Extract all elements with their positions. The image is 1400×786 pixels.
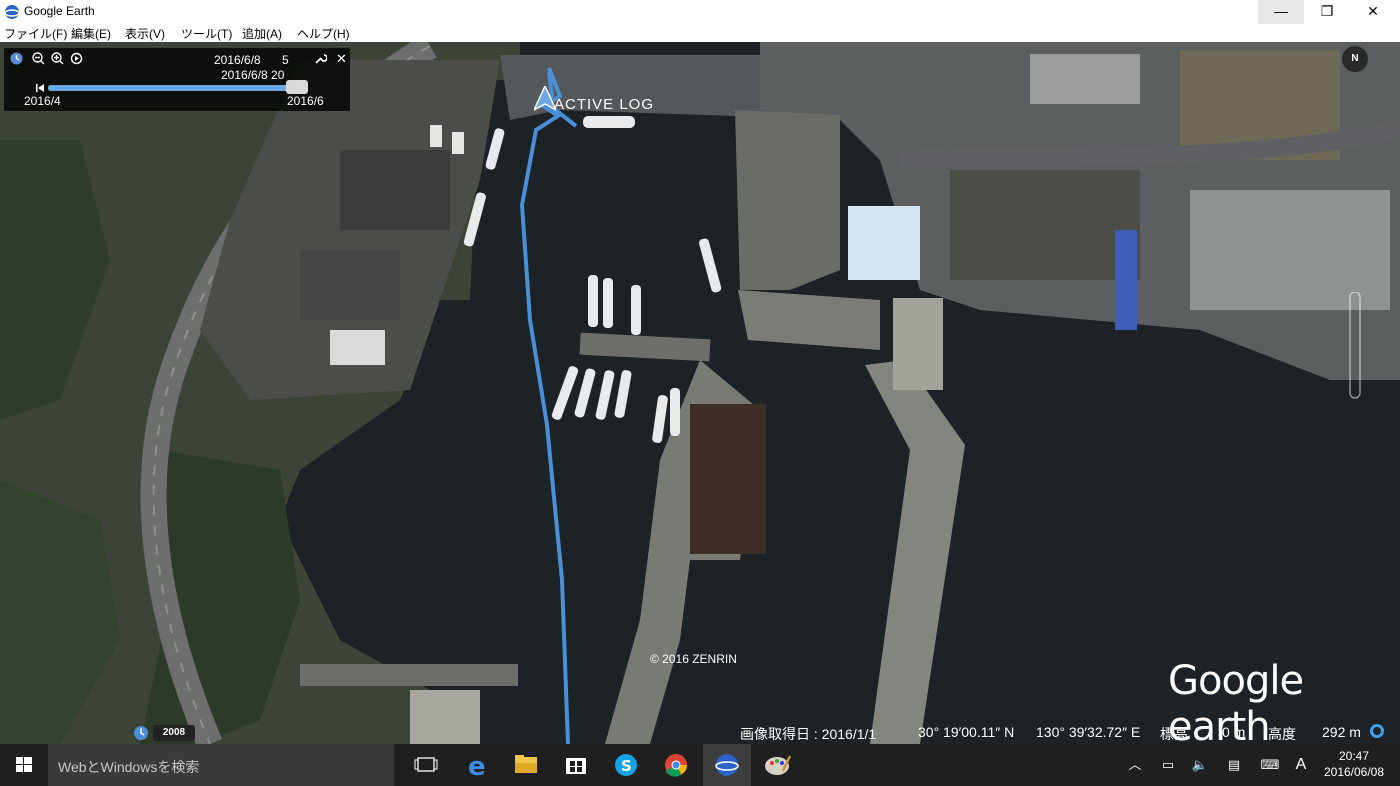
- range-end-label: 2016/6/8 20: [221, 68, 285, 82]
- menu-view[interactable]: 表示(V): [125, 25, 165, 42]
- menu-bar: ファイル(F) 編集(E) 表示(V) ツール(T) 追加(A) ヘルプ(H): [0, 24, 1400, 42]
- file-explorer-icon[interactable]: [502, 744, 550, 786]
- minimize-button[interactable]: —: [1258, 0, 1304, 24]
- zoom-slider[interactable]: [1346, 292, 1364, 402]
- placemark-label[interactable]: ACTIVE LOG: [554, 96, 654, 113]
- clock-time: 20:47: [1338, 749, 1370, 763]
- menu-tools[interactable]: ツール(T): [181, 25, 232, 42]
- ime-mode-indicator[interactable]: A: [1290, 744, 1312, 786]
- volume-icon[interactable]: 🔈: [1188, 744, 1212, 786]
- altitude-label: 高度: [1268, 726, 1296, 742]
- range-start-extra: 5: [282, 53, 289, 67]
- time-range-fill: [48, 85, 287, 91]
- zoom-in-time-icon[interactable]: [51, 52, 64, 65]
- search-box[interactable]: WebとWindowsを検索: [48, 744, 394, 786]
- placemark-arrow-icon[interactable]: [534, 86, 556, 114]
- elevation-value: 0 m: [1222, 724, 1246, 740]
- play-animation-icon[interactable]: [70, 52, 83, 65]
- altitude-value: 292 m: [1322, 724, 1361, 740]
- paint-icon[interactable]: [753, 744, 801, 786]
- google-earth-taskbar-icon[interactable]: [703, 744, 751, 786]
- streaming-progress-icon: [1370, 724, 1384, 738]
- time-slider-handle[interactable]: [286, 80, 308, 94]
- maximize-button[interactable]: ❐: [1304, 0, 1350, 24]
- chrome-icon[interactable]: [652, 744, 700, 786]
- title-bar: Google Earth — ❐ ✕: [0, 0, 1400, 25]
- axis-start-label: 2016/4: [24, 94, 61, 108]
- range-start-label: 2016/6/8: [214, 53, 261, 67]
- battery-icon[interactable]: ▭: [1156, 744, 1180, 786]
- menu-help[interactable]: ヘルプ(H): [297, 25, 350, 42]
- window-title: Google Earth: [24, 4, 95, 18]
- latitude: 30° 19′00.11″ N: [918, 724, 1015, 740]
- axis-end-label: 2016/6: [287, 94, 324, 108]
- action-center-icon[interactable]: ▤: [1222, 744, 1246, 786]
- elevation-label: 標高: [1160, 726, 1188, 742]
- longitude: 130° 39′32.72″ E: [1036, 724, 1141, 740]
- menu-add[interactable]: 追加(A): [242, 25, 282, 42]
- imagery-date: 画像取得日 : 2016/1/1: [740, 726, 877, 742]
- map-view[interactable]: ACTIVE LOG © 2016 ZENRIN Google earth N: [0, 42, 1400, 744]
- keyboard-icon[interactable]: ⌨: [1256, 744, 1284, 786]
- windows-start-icon[interactable]: [0, 744, 48, 786]
- edge-icon[interactable]: e: [454, 744, 502, 786]
- close-button[interactable]: ✕: [1350, 0, 1396, 24]
- clock-date: 2016/06/08: [1323, 765, 1385, 779]
- task-view-icon[interactable]: [402, 744, 450, 786]
- svg-text:e: e: [468, 752, 486, 782]
- menu-file[interactable]: ファイル(F): [4, 25, 67, 42]
- taskbar: WebとWindowsを検索 e S ︿ ▭ 🔈 ▤ ⌨ A 20:47 201…: [0, 744, 1400, 786]
- historical-imagery-year[interactable]: 2008: [153, 725, 195, 741]
- settings-wrench-icon[interactable]: [314, 52, 327, 65]
- zoom-out-time-icon[interactable]: [32, 52, 45, 65]
- google-earth-icon: [4, 5, 20, 19]
- search-placeholder: WebとWindowsを検索: [58, 759, 200, 775]
- status-bar: 画像取得日 : 2016/1/1 30° 19′00.11″ N 130° 39…: [740, 724, 1390, 742]
- svg-text:S: S: [621, 757, 632, 775]
- time-slider-panel: 2016/6/8 5 2016/6/8 20 ✕ 2016/4 2016/6: [4, 48, 350, 111]
- clock[interactable]: 20:47 2016/06/08: [1314, 748, 1394, 780]
- clock-icon[interactable]: [10, 52, 23, 65]
- store-icon[interactable]: [552, 744, 600, 786]
- chevron-up-icon[interactable]: ︿: [1124, 744, 1146, 786]
- skype-icon[interactable]: S: [602, 744, 650, 786]
- skip-back-icon[interactable]: [34, 82, 46, 94]
- satellite-imagery: [0, 42, 1400, 744]
- compass-icon[interactable]: N: [1342, 46, 1368, 72]
- close-slider-icon[interactable]: ✕: [336, 51, 347, 67]
- copyright-text: © 2016 ZENRIN: [650, 652, 737, 666]
- menu-edit[interactable]: 編集(E): [71, 25, 111, 42]
- historical-imagery-icon[interactable]: [133, 725, 149, 741]
